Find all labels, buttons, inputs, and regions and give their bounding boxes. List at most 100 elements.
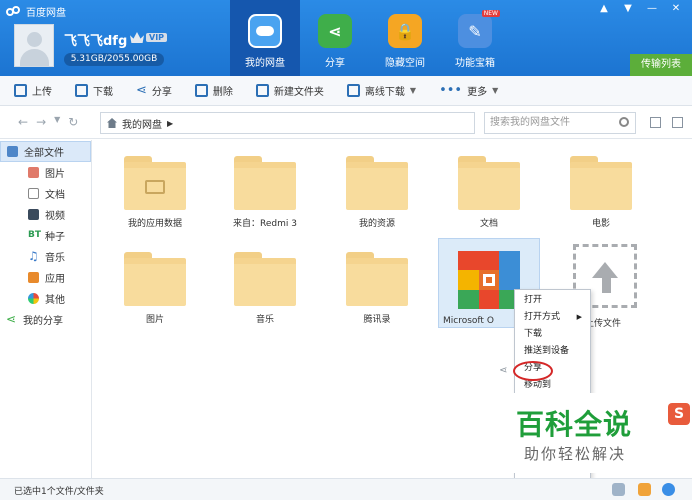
new-badge: NEW (481, 10, 500, 17)
folder-icon (234, 252, 296, 306)
main-nav: 我的网盘 ⋖ 分享 🔒 隐藏空间 ✎ NEW 功能宝箱 (230, 0, 510, 76)
folder-icon (7, 146, 18, 157)
app-icon (28, 272, 39, 283)
crown-icon (130, 32, 144, 43)
avatar[interactable] (14, 24, 54, 67)
vip-badge[interactable]: VIP (130, 32, 168, 43)
search-icon[interactable] (619, 117, 629, 127)
delete-button[interactable]: 删除 (194, 83, 233, 98)
folder-icon (570, 156, 632, 210)
history-nav: ← → ▼ ↻ (18, 115, 78, 129)
watermark-logo-icon: S (668, 403, 690, 425)
share-icon: ⋖ (318, 14, 352, 48)
sidebar-item-all-files[interactable]: 全部文件 (0, 141, 91, 162)
sidebar-item-documents[interactable]: 文档 (0, 183, 91, 204)
sidebar-item-music[interactable]: ♫ 音乐 (0, 246, 91, 267)
chevron-down-icon: ▼ (492, 86, 499, 95)
menu-item-open-with[interactable]: 打开方式 ▶ (515, 309, 590, 326)
share-icon: ⋖ (136, 83, 147, 98)
sidebar: 全部文件 图片 文档 视频 BT 种子 ♫ 音乐 应用 其他 ⋖ 我的分享 (0, 140, 92, 478)
upload-button[interactable]: 上传 (14, 83, 52, 98)
new-folder-button[interactable]: 新建文件夹 (255, 83, 324, 98)
nav-toolbox[interactable]: ✎ NEW 功能宝箱 (440, 0, 510, 76)
minimize-button[interactable]: — (640, 2, 664, 16)
upload-status-icon[interactable] (638, 483, 651, 496)
new-folder-icon (255, 84, 269, 97)
close-button[interactable]: ✕ (664, 2, 688, 16)
toolbar: 上传 下载 ⋖ 分享 删除 新建文件夹 离线下载 ▼ ••• 更多 ▼ (0, 76, 692, 106)
more-dots-icon: ••• (439, 83, 463, 98)
home-icon[interactable] (107, 118, 117, 128)
window-controls: ▲ ▼ — ✕ (592, 2, 688, 16)
folder-icon (124, 252, 186, 306)
folder-item[interactable]: 图片 (105, 248, 205, 334)
storage-quota: 5.31GB/2055.00GB (64, 53, 164, 66)
chevron-down-icon: ▼ (409, 86, 417, 95)
cloud-icon (248, 14, 282, 48)
highlight-circle (513, 361, 553, 381)
folder-icon (234, 156, 296, 210)
back-arrow-icon[interactable]: ← (18, 115, 28, 129)
download-button[interactable]: 下载 (75, 83, 113, 98)
upload-icon (14, 84, 27, 97)
bt-icon: BT (28, 230, 41, 240)
breadcrumb-root[interactable]: 我的网盘 (122, 116, 162, 131)
offline-download-button[interactable]: 离线下载 ▼ (346, 83, 417, 98)
menu-item-download[interactable]: 下载 (515, 326, 590, 343)
transfer-list-button[interactable]: 传输列表 (630, 54, 692, 76)
share-icon: ⋖ (499, 365, 508, 376)
watermark-subtitle: 助你轻松解决 (524, 445, 627, 463)
app-folder-icon (124, 156, 186, 210)
refresh-icon[interactable]: ↻ (68, 115, 78, 129)
nav-hidden-space[interactable]: 🔒 隐藏空间 (370, 0, 440, 76)
folder-item[interactable]: 音乐 (215, 248, 315, 334)
skin-icon[interactable]: ▲ (592, 2, 616, 16)
folder-item[interactable]: 我的应用数据 (105, 152, 205, 238)
share-button[interactable]: ⋖ 分享 (136, 83, 172, 98)
nav-my-disk[interactable]: 我的网盘 (230, 0, 300, 76)
grid-view-icon[interactable] (672, 117, 683, 128)
folder-item[interactable]: 腾讯录 (327, 248, 427, 334)
submenu-arrow-icon: ▶ (576, 313, 582, 321)
forward-arrow-icon[interactable]: → (36, 115, 46, 129)
selection-status: 已选中1个文件/文件夹 (14, 487, 104, 497)
others-icon (28, 293, 39, 304)
breadcrumb[interactable]: 我的网盘 ▶ (100, 112, 475, 134)
offline-download-icon (346, 84, 360, 97)
upload-arrow-icon (592, 262, 618, 278)
video-icon (28, 209, 39, 220)
more-button[interactable]: ••• 更多 ▼ (439, 83, 498, 98)
menu-item-push-to-device[interactable]: 推送到设备 (515, 343, 590, 360)
sidebar-item-videos[interactable]: 视频 (0, 204, 91, 225)
folder-icon (458, 156, 520, 210)
list-view-icon[interactable] (650, 117, 661, 128)
download-icon (75, 84, 88, 97)
sidebar-item-torrents[interactable]: BT 种子 (0, 225, 91, 246)
account-icon[interactable] (662, 483, 675, 496)
menu-icon[interactable]: ▼ (616, 2, 640, 16)
sidebar-item-apps[interactable]: 应用 (0, 267, 91, 288)
title-bar: 百度网盘 (6, 4, 66, 19)
folder-item[interactable]: 电影 (551, 152, 651, 238)
folder-item[interactable]: 来自：Redmi 3 (215, 152, 315, 238)
folder-item[interactable]: 文档 (439, 152, 539, 238)
username[interactable]: 飞飞飞dfg (64, 30, 127, 49)
toolbox-icon: ✎ NEW (458, 10, 500, 48)
menu-item-open[interactable]: 打开 (515, 292, 590, 309)
music-icon: ♫ (28, 249, 39, 263)
status-bar: 已选中1个文件/文件夹 (0, 478, 692, 500)
sidebar-item-pictures[interactable]: 图片 (0, 162, 91, 183)
grid-icon[interactable] (612, 483, 625, 496)
history-dropdown-icon[interactable]: ▼ (54, 115, 60, 129)
nav-share[interactable]: ⋖ 分享 (300, 0, 370, 76)
watermark: 百科全说 助你轻松解决 S (490, 393, 692, 473)
chevron-right-icon[interactable]: ▶ (167, 119, 173, 128)
folder-icon (346, 156, 408, 210)
office-installer-icon (458, 251, 520, 309)
address-bar: ← → ▼ ↻ 我的网盘 ▶ 搜索我的网盘文件 (0, 107, 692, 139)
sidebar-item-my-share[interactable]: ⋖ 我的分享 (0, 309, 91, 330)
header: 百度网盘 ▲ ▼ — ✕ 飞飞飞dfg VIP 5.31GB/2055.00GB… (0, 0, 692, 76)
sidebar-item-others[interactable]: 其他 (0, 288, 91, 309)
search-input[interactable]: 搜索我的网盘文件 (484, 112, 636, 134)
folder-item[interactable]: 我的资源 (327, 152, 427, 238)
